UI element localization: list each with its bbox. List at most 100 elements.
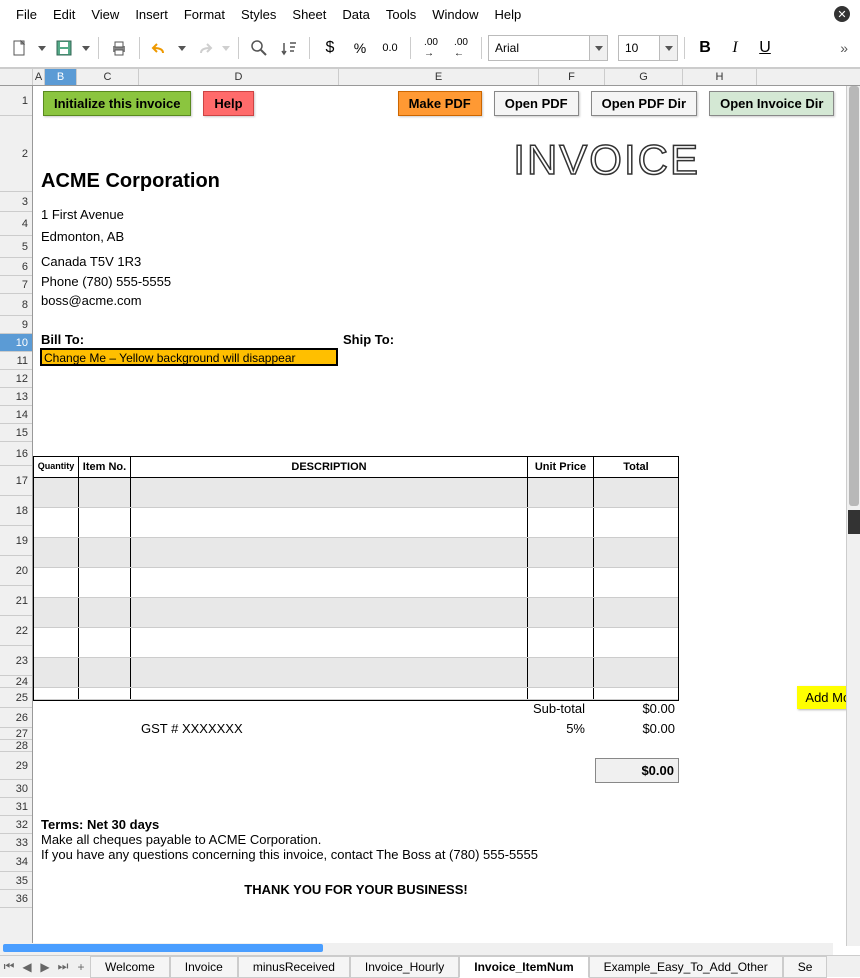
find-icon[interactable] (245, 34, 273, 62)
dropdown-arrow-icon[interactable] (80, 34, 92, 62)
row-header-24[interactable]: 24 (0, 676, 32, 688)
row-header-12[interactable]: 12 (0, 370, 32, 388)
row-header-31[interactable]: 31 (0, 798, 32, 816)
tab-invoice[interactable]: Invoice (170, 956, 238, 978)
percent-icon[interactable]: % (346, 34, 374, 62)
save-icon[interactable] (50, 34, 78, 62)
bill-to-input-cell[interactable]: Change Me – Yellow background will disap… (40, 348, 338, 366)
row-header-19[interactable]: 19 (0, 526, 32, 556)
first-sheet-icon[interactable]: ⏮ (0, 959, 18, 974)
close-icon[interactable]: ✕ (834, 6, 850, 22)
row-header-1[interactable]: 1 (0, 86, 32, 116)
row-header-25[interactable]: 25 (0, 688, 32, 708)
menu-file[interactable]: File (8, 3, 45, 26)
tab-invoice-hourly[interactable]: Invoice_Hourly (350, 956, 459, 978)
table-row[interactable] (34, 538, 678, 568)
col-header-c[interactable]: C (77, 69, 139, 85)
row-header-14[interactable]: 14 (0, 406, 32, 424)
next-sheet-icon[interactable]: ▶ (36, 960, 54, 974)
initialize-button[interactable]: Initialize this invoice (43, 91, 191, 116)
table-row[interactable] (34, 658, 678, 688)
font-size-select[interactable] (618, 35, 678, 61)
menu-styles[interactable]: Styles (233, 3, 284, 26)
row-header-16[interactable]: 16 (0, 442, 32, 466)
row-header-7[interactable]: 7 (0, 276, 32, 294)
row-header-36[interactable]: 36 (0, 890, 32, 908)
row-header-32[interactable]: 32 (0, 816, 32, 834)
row-header-27[interactable]: 27 (0, 728, 32, 740)
new-doc-icon[interactable] (6, 34, 34, 62)
tab-welcome[interactable]: Welcome (90, 956, 170, 978)
col-header-b[interactable]: B (45, 69, 77, 85)
row-header-18[interactable]: 18 (0, 496, 32, 526)
font-name-select[interactable] (488, 35, 608, 61)
tab-minus-received[interactable]: minusReceived (238, 956, 350, 978)
menu-window[interactable]: Window (424, 3, 486, 26)
row-header-29[interactable]: 29 (0, 752, 32, 780)
make-pdf-button[interactable]: Make PDF (398, 91, 482, 116)
row-header-8[interactable]: 8 (0, 294, 32, 316)
row-header-21[interactable]: 21 (0, 586, 32, 616)
tab-se[interactable]: Se (783, 956, 828, 978)
menu-edit[interactable]: Edit (45, 3, 83, 26)
sort-icon[interactable] (275, 34, 303, 62)
row-header-30[interactable]: 30 (0, 780, 32, 798)
add-decimal-icon[interactable]: .00→ (417, 34, 445, 62)
font-size-input[interactable] (619, 36, 659, 60)
undo-icon[interactable] (146, 34, 174, 62)
row-header-33[interactable]: 33 (0, 834, 32, 852)
open-pdf-button[interactable]: Open PDF (494, 91, 579, 116)
italic-icon[interactable]: I (721, 34, 749, 62)
help-button[interactable]: Help (203, 91, 253, 116)
row-header-11[interactable]: 11 (0, 352, 32, 370)
menu-view[interactable]: View (83, 3, 127, 26)
last-sheet-icon[interactable]: ⏭ (54, 959, 72, 974)
menu-data[interactable]: Data (334, 3, 377, 26)
col-header-f[interactable]: F (539, 69, 605, 85)
bold-icon[interactable]: B (691, 34, 719, 62)
table-row[interactable] (34, 598, 678, 628)
tab-example[interactable]: Example_Easy_To_Add_Other (589, 956, 783, 978)
font-name-input[interactable] (489, 36, 589, 60)
dropdown-arrow-icon[interactable] (36, 34, 48, 62)
currency-icon[interactable]: $ (316, 34, 344, 62)
menu-sheet[interactable]: Sheet (284, 3, 334, 26)
table-row[interactable] (34, 478, 678, 508)
row-header-23[interactable]: 23 (0, 646, 32, 676)
toolbar-overflow-icon[interactable]: » (840, 40, 854, 56)
row-header-9[interactable]: 9 (0, 316, 32, 334)
add-sheet-icon[interactable]: + (72, 960, 90, 974)
select-all-corner[interactable] (0, 69, 33, 85)
row-header-3[interactable]: 3 (0, 192, 32, 212)
scrollbar-thumb[interactable] (3, 944, 323, 952)
col-header-a[interactable]: A (33, 69, 45, 85)
sheet-content[interactable]: Initialize this invoice Help Make PDF Op… (33, 86, 860, 960)
row-header-13[interactable]: 13 (0, 388, 32, 406)
print-icon[interactable] (105, 34, 133, 62)
dropdown-arrow-icon[interactable] (176, 34, 188, 62)
menu-tools[interactable]: Tools (378, 3, 424, 26)
table-row[interactable] (34, 508, 678, 538)
sidebar-toggle-icon[interactable] (848, 510, 860, 534)
row-header-15[interactable]: 15 (0, 424, 32, 442)
col-header-e[interactable]: E (339, 69, 539, 85)
col-header-g[interactable]: G (605, 69, 683, 85)
open-invoice-dir-button[interactable]: Open Invoice Dir (709, 91, 834, 116)
row-header-6[interactable]: 6 (0, 258, 32, 276)
table-row[interactable] (34, 568, 678, 598)
prev-sheet-icon[interactable]: ◀ (18, 960, 36, 974)
chevron-down-icon[interactable] (659, 36, 677, 60)
tab-invoice-itemnum[interactable]: Invoice_ItemNum (459, 956, 588, 978)
col-header-d[interactable]: D (139, 69, 339, 85)
row-header-2[interactable]: 2 (0, 116, 32, 192)
row-header-34[interactable]: 34 (0, 852, 32, 872)
open-pdf-dir-button[interactable]: Open PDF Dir (591, 91, 698, 116)
row-header-17[interactable]: 17 (0, 466, 32, 496)
menu-insert[interactable]: Insert (127, 3, 176, 26)
menu-help[interactable]: Help (486, 3, 529, 26)
horizontal-scrollbar[interactable] (3, 943, 833, 955)
row-header-28[interactable]: 28 (0, 740, 32, 752)
menu-format[interactable]: Format (176, 3, 233, 26)
underline-icon[interactable]: U (751, 34, 779, 62)
chevron-down-icon[interactable] (589, 36, 607, 60)
